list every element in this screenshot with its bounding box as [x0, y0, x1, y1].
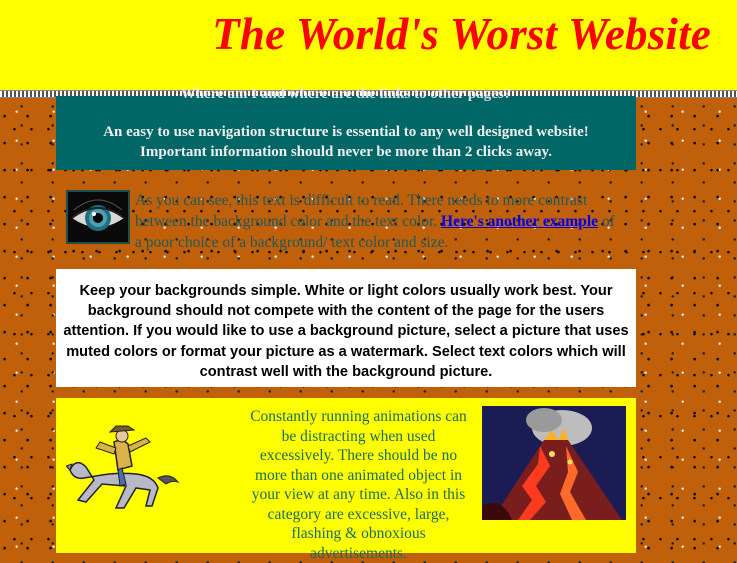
animation-advice-box: Constantly running animations can be dis…	[56, 398, 636, 562]
navigation-message-box: Where am I and where are the links to ot…	[56, 86, 636, 170]
navigation-question-text: Where am I and where are the links to ot…	[180, 86, 512, 102]
low-contrast-paragraph: As you can see, this text is difficult t…	[135, 190, 625, 253]
cowboy-on-horse-icon	[65, 422, 186, 512]
background-advice-text: Keep your backgrounds simple. White or l…	[63, 283, 629, 380]
animation-advice-text: Constantly running animations can be dis…	[250, 408, 467, 562]
volcano-icon	[482, 406, 626, 520]
navigation-message-line-1: An easy to use navigation structure is e…	[103, 124, 589, 140]
eye-icon	[66, 190, 130, 244]
page-title: The World's Worst Website	[212, 9, 711, 59]
background-advice-box: Keep your backgrounds simple. White or l…	[56, 269, 636, 387]
site-header: The World's Worst Website	[0, 0, 737, 90]
navigation-message-line-2: Important information should never be mo…	[140, 144, 552, 160]
another-example-link[interactable]: Here's another example	[441, 213, 598, 230]
